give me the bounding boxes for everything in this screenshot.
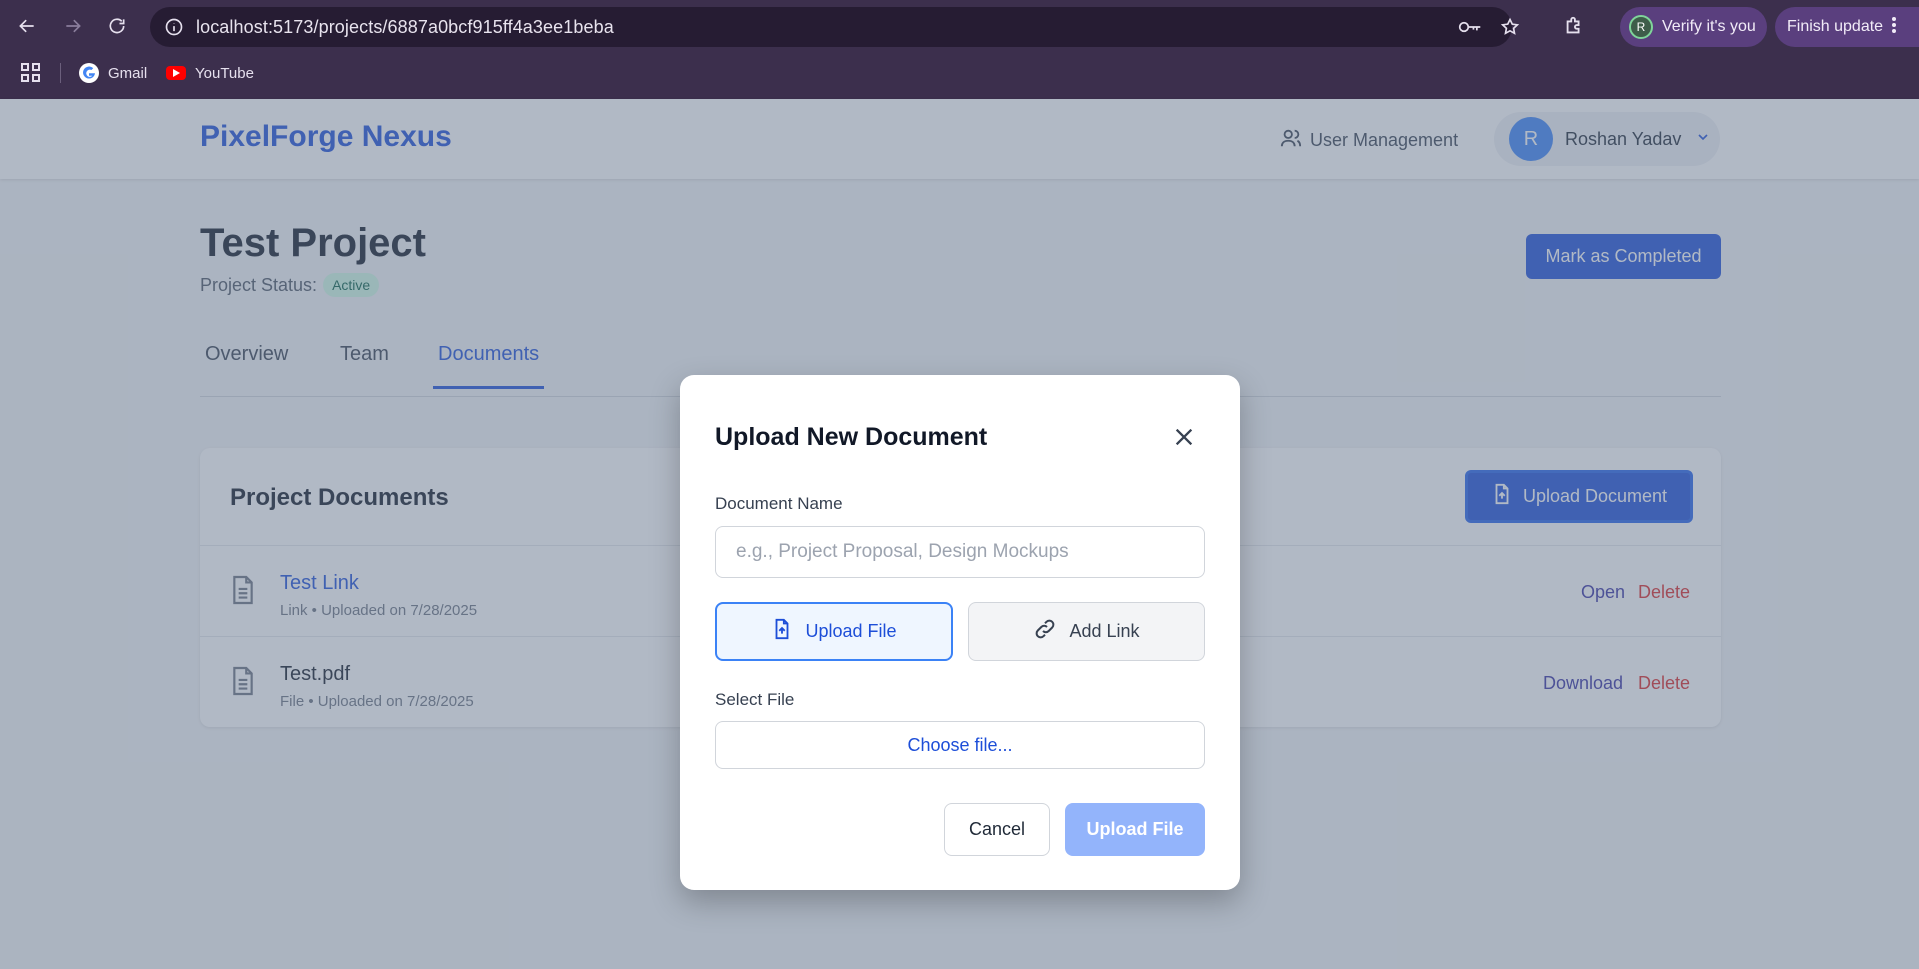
add-link-toggle-label: Add Link [1069, 621, 1140, 641]
cancel-button[interactable]: Cancel [944, 803, 1050, 856]
url-text: localhost:5173/projects/6887a0bcf915ff4a… [196, 17, 614, 37]
back-icon[interactable] [14, 13, 40, 39]
youtube-icon [166, 66, 186, 80]
modal-title: Upload New Document [715, 423, 988, 451]
upload-document-modal: Upload New Document Document Name Upload… [680, 375, 1240, 890]
key-icon[interactable] [1458, 15, 1482, 39]
bookmark-gmail[interactable]: Gmail [79, 60, 147, 86]
browser-toolbar: localhost:5173/projects/6887a0bcf915ff4a… [0, 0, 1919, 54]
select-file-label: Select File [715, 690, 795, 709]
reload-icon[interactable] [104, 13, 130, 39]
verify-chip-label: Verify it's you [1662, 18, 1756, 35]
document-name-label: Document Name [715, 494, 843, 513]
google-icon [79, 63, 99, 83]
add-link-toggle[interactable]: Add Link [968, 602, 1205, 661]
bookmark-label: Gmail [108, 64, 148, 82]
bookmarks-bar [0, 54, 1919, 99]
bookmark-divider [60, 63, 61, 83]
verify-avatar: R [1629, 15, 1653, 39]
upload-file-submit-button[interactable]: Upload File [1065, 803, 1205, 856]
upload-file-toggle-label: Upload File [805, 621, 897, 641]
verify-chip[interactable]: R Verify it's you [1620, 7, 1767, 47]
finish-update-chip[interactable]: Finish update [1775, 7, 1919, 47]
document-name-input[interactable] [715, 526, 1205, 578]
bookmark-youtube[interactable]: YouTube [166, 60, 254, 86]
file-upload-icon [771, 617, 805, 646]
extensions-icon[interactable] [1561, 13, 1587, 39]
upload-file-toggle[interactable]: Upload File [715, 602, 953, 661]
address-bar[interactable]: localhost:5173/projects/6887a0bcf915ff4a… [150, 7, 1520, 47]
forward-icon[interactable] [60, 13, 86, 39]
more-vert-icon[interactable] [1891, 16, 1897, 39]
app-root: PixelForge Nexus User Management R Rosha… [0, 99, 1919, 969]
choose-file-button[interactable]: Choose file... [715, 721, 1205, 769]
apps-grid-icon[interactable] [20, 60, 42, 86]
close-icon[interactable] [1168, 421, 1200, 453]
link-icon [1033, 617, 1069, 646]
finish-update-label: Finish update [1787, 18, 1884, 35]
star-icon[interactable] [1498, 15, 1522, 39]
site-info-icon[interactable] [162, 15, 186, 39]
bookmark-label: YouTube [195, 64, 254, 82]
